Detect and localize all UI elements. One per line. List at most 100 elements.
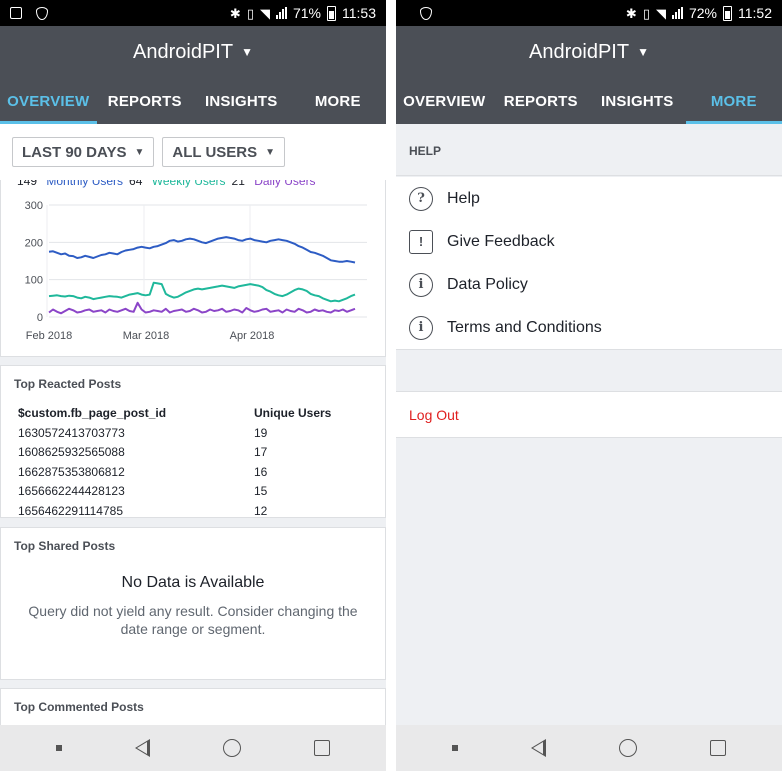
info-circle-icon: i <box>409 272 433 297</box>
no-data-title: No Data is Available <box>121 574 265 591</box>
date-range-dropdown[interactable]: LAST 90 DAYS ▼ <box>12 137 155 167</box>
back-icon[interactable] <box>135 739 151 757</box>
nav-dot-icon[interactable] <box>452 745 459 751</box>
table-row: 1630572413703773 19 <box>18 423 348 443</box>
users-chart-card: 149 Monthly Users 64 Weekly Users 21 Daily… <box>0 180 386 357</box>
table-row: 1656662244428123 15 <box>18 482 348 502</box>
back-icon[interactable] <box>531 739 547 757</box>
tab-reports[interactable]: REPORTS <box>97 78 194 124</box>
vibrate-icon: ▯ <box>642 5 650 21</box>
table-row: 1662875353806812 16 <box>18 462 348 482</box>
top-shared-card: Top Shared Posts No Data is Available Qu… <box>0 527 386 680</box>
shield-notification-icon <box>420 6 432 20</box>
signal-icon <box>671 7 683 19</box>
menu-item-label: Give Feedback <box>447 232 555 250</box>
post-id-cell: 1608625932565088 <box>18 445 125 460</box>
clock: 11:53 <box>342 5 376 21</box>
right-screen: ✱ ▯ ◥ 72% 11:52 AndroidPIT ▼ OVERVIEW RE… <box>396 0 782 771</box>
table-header-row: $custom.fb_page_post_id Unique Users <box>18 403 348 423</box>
app-switcher[interactable]: AndroidPIT ▼ <box>0 26 386 78</box>
battery-icon <box>723 5 732 21</box>
tab-overview[interactable]: OVERVIEW <box>396 78 493 124</box>
app-switcher[interactable]: AndroidPIT ▼ <box>396 26 782 78</box>
tab-reports[interactable]: REPORTS <box>493 78 590 124</box>
caret-down-icon: ▼ <box>265 146 276 158</box>
left-screen: ✱ ▯ ◥ 71% 11:53 AndroidPIT ▼ OVERVIEW RE… <box>0 0 386 771</box>
menu-item-data-policy[interactable]: i Data Policy <box>396 263 782 306</box>
bluetooth-icon: ✱ <box>625 5 637 21</box>
card-title: Top Shared Posts <box>14 539 116 553</box>
logout-button[interactable]: Log Out <box>396 391 782 438</box>
top-reacted-card: Top Reacted Posts $custom.fb_page_post_i… <box>0 365 386 518</box>
no-data-message: Query did not yield any result. Consider… <box>28 603 358 637</box>
info-circle-icon: i <box>409 315 433 340</box>
column-header: Unique Users <box>254 406 332 420</box>
system-nav-bar <box>0 725 386 771</box>
tab-more[interactable]: MORE <box>290 78 387 124</box>
clock: 11:52 <box>738 5 772 21</box>
y-tick-label: 200 <box>25 237 43 249</box>
x-tick-label: Apr 2018 <box>230 330 275 342</box>
y-tick-label: 300 <box>25 200 43 212</box>
menu-item-help[interactable]: ? Help <box>396 177 782 220</box>
card-title: Top Reacted Posts <box>14 377 122 391</box>
battery-icon <box>327 5 336 21</box>
tab-insights[interactable]: INSIGHTS <box>589 78 686 124</box>
system-nav-bar <box>396 725 782 771</box>
menu-item-label: Help <box>447 189 480 207</box>
reacted-table: $custom.fb_page_post_id Unique Users 163… <box>18 403 348 521</box>
tab-overview[interactable]: OVERVIEW <box>0 78 97 124</box>
caret-down-icon: ▼ <box>637 45 649 59</box>
home-icon[interactable] <box>618 739 637 757</box>
tab-bar: OVERVIEW REPORTS INSIGHTS MORE <box>0 78 386 124</box>
x-tick-label: Mar 2018 <box>123 330 169 342</box>
wifi-icon: ◥ <box>655 5 666 21</box>
bluetooth-icon: ✱ <box>229 5 241 21</box>
post-id-cell: 1656462291114785 <box>18 503 123 518</box>
tab-insights[interactable]: INSIGHTS <box>193 78 290 124</box>
date-range-label: LAST 90 DAYS <box>22 143 127 161</box>
segment-label: ALL USERS <box>172 143 258 161</box>
segment-dropdown[interactable]: ALL USERS ▼ <box>162 137 286 167</box>
help-section-header: HELP <box>396 124 782 176</box>
tab-more[interactable]: MORE <box>685 78 782 124</box>
post-id-cell: 1630572413703773 <box>18 425 125 440</box>
menu-item-label: Terms and Conditions <box>447 318 602 336</box>
vibrate-icon: ▯ <box>246 5 254 21</box>
users-cell: 19 <box>254 425 268 440</box>
home-icon[interactable] <box>222 739 241 757</box>
column-header: $custom.fb_page_post_id <box>18 406 167 420</box>
battery-percent: 71% <box>292 5 321 21</box>
recent-apps-icon[interactable] <box>313 740 330 756</box>
users-cell: 16 <box>254 464 268 479</box>
signal-icon <box>275 7 287 19</box>
users-cell: 15 <box>254 484 268 499</box>
post-id-cell: 1656662244428123 <box>18 484 125 499</box>
app-title: AndroidPIT <box>133 40 234 63</box>
nav-dot-icon[interactable] <box>56 745 63 751</box>
caret-down-icon: ▼ <box>134 146 145 158</box>
card-title: Top Commented Posts <box>14 700 144 714</box>
menu-item-give-feedback[interactable]: ! Give Feedback <box>396 220 782 263</box>
help-menu: ? Help ! Give Feedback i Data Policy i T… <box>396 177 782 350</box>
x-tick-label: Feb 2018 <box>26 330 72 342</box>
tab-bar: OVERVIEW REPORTS INSIGHTS MORE <box>396 78 782 124</box>
app-title: AndroidPIT <box>529 40 630 63</box>
series-line <box>48 301 356 315</box>
y-tick-label: 0 <box>37 312 43 324</box>
top-commented-card: Top Commented Posts <box>0 688 386 728</box>
recent-apps-icon[interactable] <box>709 740 726 756</box>
feedback-icon: ! <box>409 229 433 254</box>
users-line-chart[interactable]: 0 100 200 300 Feb 2018 Mar 2018 Apr 2018 <box>1 180 386 357</box>
table-row: 1608625932565088 17 <box>18 443 348 463</box>
gallery-notification-icon <box>10 7 22 19</box>
menu-item-terms[interactable]: i Terms and Conditions <box>396 306 782 349</box>
filter-bar: LAST 90 DAYS ▼ ALL USERS ▼ <box>0 124 386 180</box>
battery-percent: 72% <box>688 5 717 21</box>
series-line <box>48 281 356 303</box>
users-cell: 12 <box>254 503 268 518</box>
wifi-icon: ◥ <box>259 5 270 21</box>
shield-notification-icon <box>36 6 48 20</box>
caret-down-icon: ▼ <box>241 45 253 59</box>
series-line <box>48 236 356 264</box>
